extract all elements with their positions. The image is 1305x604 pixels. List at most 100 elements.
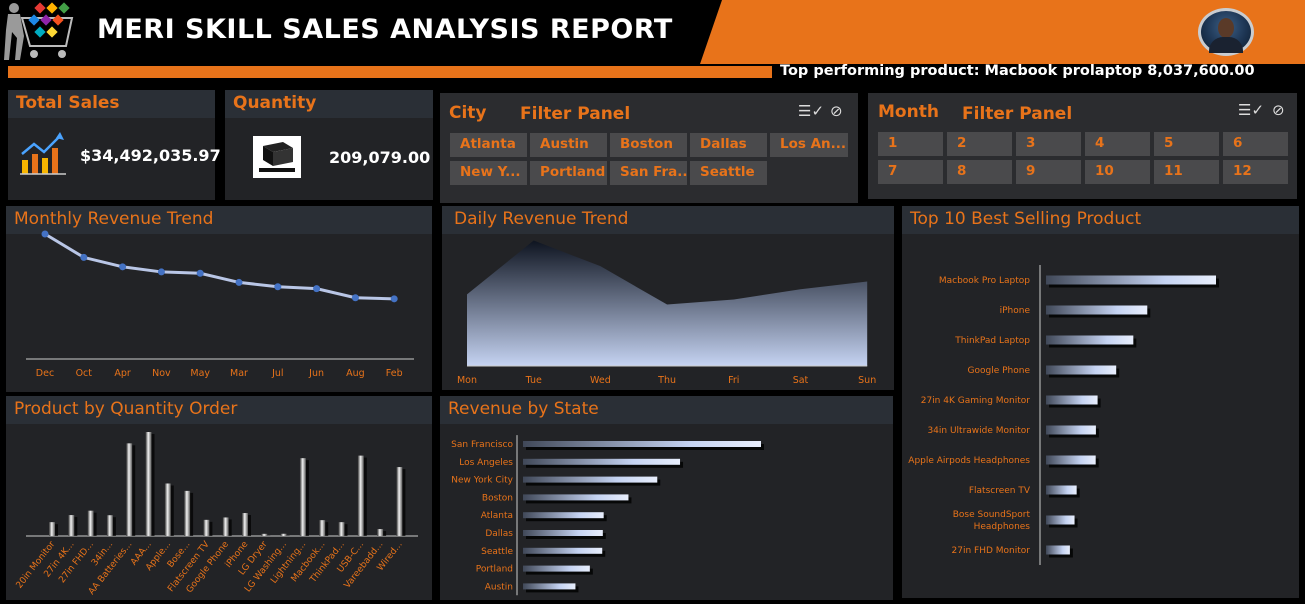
category-label-flatscreen-tv: Flatscreen TV bbox=[969, 486, 1031, 496]
monthly-revenue-chart: Dec Oct Apr Nov May Mar Jul Jun Aug Feb bbox=[26, 230, 414, 379]
bar-20in-monitor bbox=[49, 522, 55, 536]
clear-filter-icon[interactable]: ⊘ bbox=[1272, 101, 1285, 119]
city-filter-panel: City Filter Panel ☰✓ ⊘ Atlanta Austin Bo… bbox=[440, 93, 858, 203]
city-option-austin[interactable]: Austin bbox=[530, 133, 607, 157]
bar-google-phone bbox=[1046, 365, 1117, 375]
clear-filter-icon[interactable]: ⊘ bbox=[830, 102, 843, 120]
tick-label-jul: Jul bbox=[271, 368, 283, 379]
bar-san-francisco bbox=[523, 441, 761, 447]
bar-lg-washing bbox=[280, 533, 287, 536]
month-filter-panel: Month Filter Panel ☰✓ ⊘ 1 2 3 4 5 6 7 8 … bbox=[868, 93, 1297, 199]
category-label-portland: Portland bbox=[476, 565, 513, 575]
category-label-iphone: iPhone bbox=[1000, 306, 1031, 316]
category-label-27in-4k-gaming-monitor: 27in 4K Gaming Monitor bbox=[921, 396, 1031, 406]
total-sales-value: $34,492,035.97 bbox=[80, 146, 221, 165]
category-label-austin: Austin bbox=[485, 582, 513, 592]
month-option-2[interactable]: 2 bbox=[947, 132, 1012, 156]
bar-portland bbox=[523, 565, 590, 572]
data-point-oct bbox=[80, 253, 88, 261]
bar-aa-batteries bbox=[126, 443, 133, 536]
series-area bbox=[467, 240, 868, 366]
multi-select-icon[interactable]: ☰✓ bbox=[1238, 101, 1264, 119]
avatar bbox=[1198, 8, 1254, 56]
quantity-by-product-panel: Product by Quantity Order 20in Monitor 27… bbox=[6, 396, 432, 600]
category-label-san-francisco: San Francisco bbox=[451, 440, 513, 450]
top10-products-panel: Top 10 Best Selling Product Macbook Pro … bbox=[902, 206, 1299, 598]
city-option-seattle[interactable]: Seattle bbox=[690, 161, 767, 185]
month-option-11[interactable]: 11 bbox=[1154, 160, 1219, 184]
bar-flatscreen-tv bbox=[1046, 485, 1077, 495]
bar-iphone bbox=[242, 513, 248, 536]
bar-atlanta bbox=[523, 512, 604, 519]
tick-label-mon: Mon bbox=[457, 375, 477, 386]
shopping-cart-logo-icon bbox=[4, 2, 74, 60]
category-label-seattle: Seattle bbox=[481, 547, 513, 557]
daily-revenue-chart: Mon Tue Wed Thu Fri Sat Sun bbox=[457, 240, 876, 386]
bar-thinkpad-laptop bbox=[1046, 335, 1134, 345]
bar-bose-soundsport-headphones bbox=[1046, 515, 1075, 525]
category-label-bose-soundsport-headphones: Bose SoundSport Headphones bbox=[953, 510, 1031, 532]
bar-apple-airpods-headphones bbox=[1046, 455, 1096, 465]
bar-new-york-city bbox=[523, 476, 658, 483]
quantity-card: Quantity 209,079.00 bbox=[225, 90, 433, 200]
category-label-new-york-city: New York City bbox=[451, 476, 513, 486]
tick-label-oct: Oct bbox=[76, 368, 93, 379]
tick-label-aug: Aug bbox=[346, 368, 365, 379]
tick-label-thu: Thu bbox=[657, 375, 676, 386]
quantity-by-product-chart: 20in Monitor27in 4K...27in FHD...34in...… bbox=[15, 432, 418, 597]
month-option-8[interactable]: 8 bbox=[947, 160, 1012, 184]
bar-wired bbox=[396, 467, 403, 536]
bar-27in-fhd-monitor bbox=[1046, 545, 1070, 555]
city-option-san-francisco[interactable]: San Fra... bbox=[610, 161, 687, 185]
month-option-9[interactable]: 9 bbox=[1016, 160, 1081, 184]
category-label-apple-airpods-headphones: Apple Airpods Headphones bbox=[908, 456, 1030, 466]
category-label-27in-fhd-monitor: 27in FHD Monitor bbox=[952, 546, 1031, 556]
bar-flatscreen-tv bbox=[203, 519, 210, 536]
bar-dallas bbox=[523, 530, 603, 536]
top-product-text: Top performing product: Macbook prolapto… bbox=[780, 63, 1255, 79]
month-option-1[interactable]: 1 bbox=[878, 132, 943, 156]
revenue-by-state-panel: Revenue by State San Francisco Los Angele… bbox=[440, 396, 893, 600]
multi-select-icon[interactable]: ☰✓ bbox=[798, 102, 824, 120]
chart-growth-icon bbox=[20, 132, 66, 175]
bar-34in-ultrawide-monitor bbox=[1046, 425, 1096, 435]
bar-austin bbox=[523, 583, 576, 590]
data-point-aug bbox=[351, 294, 359, 302]
bar-bose bbox=[184, 490, 191, 536]
month-option-10[interactable]: 10 bbox=[1085, 160, 1150, 184]
month-option-6[interactable]: 6 bbox=[1223, 132, 1288, 156]
city-option-los-angeles[interactable]: Los An... bbox=[770, 133, 848, 157]
bar-macbook-pro-laptop bbox=[1046, 275, 1216, 285]
category-label-atlanta: Atlanta bbox=[481, 511, 513, 521]
data-point-apr bbox=[119, 263, 127, 271]
month-option-5[interactable]: 5 bbox=[1154, 132, 1219, 156]
category-label-los-angeles: Los Angeles bbox=[459, 458, 513, 468]
top10-products-chart: Macbook Pro Laptop iPhone ThinkPad Laptop G… bbox=[908, 265, 1219, 565]
tick-label-jun: Jun bbox=[308, 368, 324, 379]
city-option-atlanta[interactable]: Atlanta bbox=[450, 133, 527, 157]
bar-iphone bbox=[1046, 305, 1148, 315]
monthly-revenue-panel: Monthly Revenue Trend Dec Oct Apr Nov May Mar… bbox=[6, 206, 432, 392]
bar-aaa bbox=[145, 432, 152, 536]
revenue-by-state-chart: San Francisco Los Angeles New York City Bos… bbox=[451, 435, 764, 596]
city-option-portland[interactable]: Portland bbox=[530, 161, 607, 185]
page-title: MERI SKILL SALES ANALYSIS REPORT bbox=[97, 14, 673, 45]
city-option-new-york[interactable]: New Y... bbox=[450, 161, 527, 185]
bar-usb-c bbox=[357, 455, 364, 536]
category-label-dallas: Dallas bbox=[485, 529, 513, 539]
city-option-boston[interactable]: Boston bbox=[610, 133, 687, 157]
bar-34in bbox=[106, 515, 113, 536]
city-option-dallas[interactable]: Dallas bbox=[690, 133, 767, 157]
tick-label-apr: Apr bbox=[114, 368, 131, 379]
month-option-4[interactable]: 4 bbox=[1085, 132, 1150, 156]
month-option-12[interactable]: 12 bbox=[1223, 160, 1288, 184]
data-point-mar bbox=[235, 278, 243, 286]
tick-label-fri: Fri bbox=[728, 375, 739, 386]
month-option-7[interactable]: 7 bbox=[878, 160, 943, 184]
category-label-34in-ultrawide-monitor: 34in Ultrawide Monitor bbox=[927, 426, 1030, 436]
bar-27in-4k bbox=[68, 515, 75, 536]
category-label-google-phone: Google Phone bbox=[968, 366, 1031, 376]
quantity-label: Quantity bbox=[225, 90, 433, 118]
data-point-dec bbox=[41, 230, 49, 238]
month-option-3[interactable]: 3 bbox=[1016, 132, 1081, 156]
